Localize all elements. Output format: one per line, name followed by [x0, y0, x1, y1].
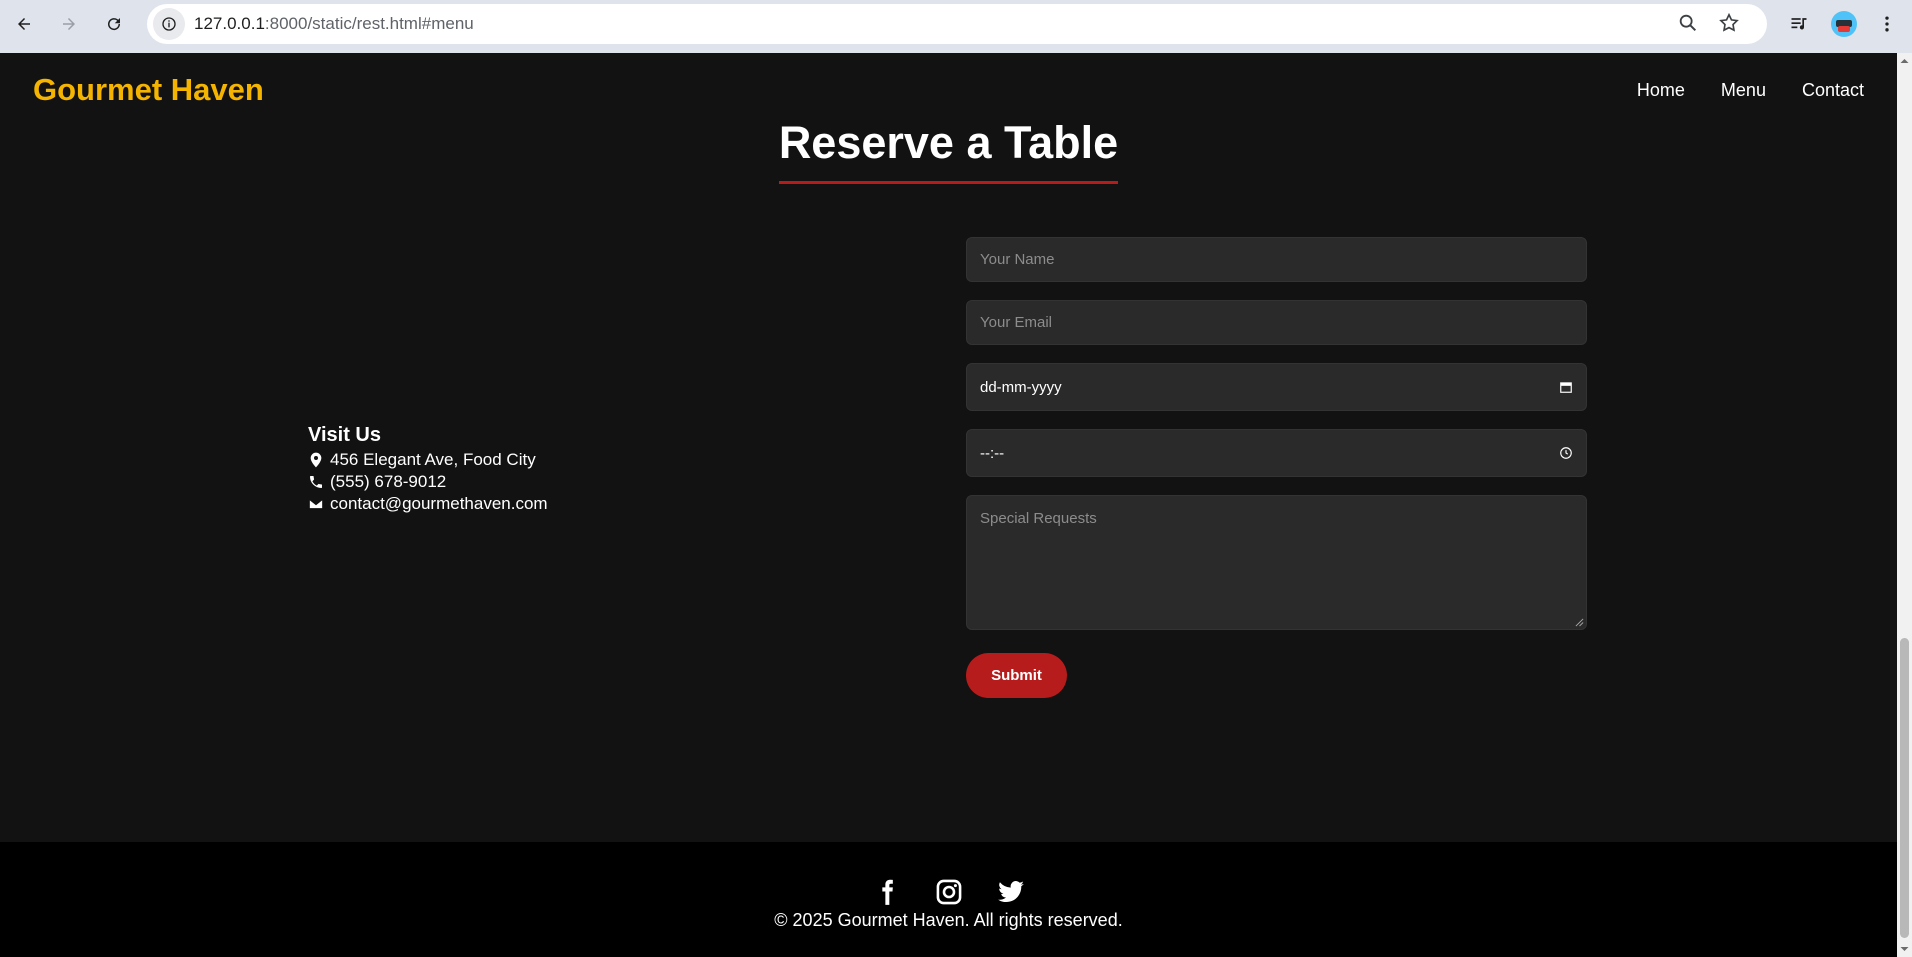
name-input[interactable]: Your Name: [966, 237, 1587, 282]
reservation-section-header: Reserve a Table: [0, 117, 1897, 184]
reload-icon: [108, 18, 121, 31]
back-arrow-icon: [18, 18, 30, 30]
back-button[interactable]: [7, 7, 41, 41]
scroll-thumb[interactable]: [1900, 638, 1909, 938]
nav-menu-link[interactable]: Menu: [1721, 80, 1766, 101]
avatar-icon: [1831, 11, 1857, 37]
site-header: Gourmet Haven Home Menu Contact: [0, 53, 1897, 127]
email-text: contact@gourmethaven.com: [330, 494, 548, 513]
brand-logo[interactable]: Gourmet Haven: [33, 72, 264, 108]
social-links: [0, 878, 1897, 906]
site-footer: © 2025 Gourmet Haven. All rights reserve…: [0, 842, 1897, 957]
date-input[interactable]: dd-mm-yyyy: [966, 363, 1587, 411]
nav-home-link[interactable]: Home: [1637, 80, 1685, 101]
profile-avatar[interactable]: [1827, 7, 1861, 41]
page-viewport: Gourmet Haven Home Menu Contact Reserve …: [0, 53, 1897, 957]
more-vertical-icon: [1885, 16, 1889, 32]
visit-us-block: Visit Us 456 Elegant Ave, Food City (555…: [308, 424, 548, 515]
forward-button[interactable]: [52, 7, 86, 41]
calendar-icon[interactable]: [1559, 380, 1573, 394]
email-input[interactable]: Your Email: [966, 300, 1587, 345]
phone-line: (555) 678-9012: [308, 471, 548, 493]
instagram-icon[interactable]: [935, 878, 963, 906]
reload-button[interactable]: [97, 7, 131, 41]
playlist-icon: [1791, 18, 1807, 30]
url-text: 127.0.0.1:8000/static/rest.html#menu: [194, 14, 474, 34]
resize-handle-icon[interactable]: [1575, 618, 1584, 627]
address-line: 456 Elegant Ave, Food City: [308, 449, 548, 471]
clock-icon[interactable]: [1559, 446, 1573, 460]
bookmark-button[interactable]: [1718, 12, 1740, 39]
address-text: 456 Elegant Ave, Food City: [330, 450, 536, 469]
page-scrollbar[interactable]: [1897, 53, 1912, 957]
site-info-button[interactable]: [153, 8, 185, 40]
forward-arrow-icon: [63, 18, 75, 30]
time-value: --:--: [980, 444, 1005, 462]
url-host: 127.0.0.1: [194, 14, 265, 33]
envelope-icon: [308, 498, 324, 510]
address-bar[interactable]: 127.0.0.1:8000/static/rest.html#menu: [147, 4, 1767, 44]
name-placeholder: Your Name: [980, 251, 1055, 268]
chrome-menu-button[interactable]: [1870, 7, 1904, 41]
visit-us-heading: Visit Us: [308, 424, 381, 446]
star-icon: [1719, 12, 1739, 32]
email-line: contact@gourmethaven.com: [308, 493, 548, 515]
copyright-text: © 2025 Gourmet Haven. All rights reserve…: [774, 910, 1123, 930]
info-icon: [162, 17, 176, 31]
main-nav: Home Menu Contact: [1637, 80, 1864, 101]
phone-text: (555) 678-9012: [330, 472, 447, 491]
scroll-up-arrow-icon[interactable]: [1897, 55, 1912, 67]
map-marker-icon: [310, 452, 322, 468]
time-input[interactable]: --:--: [966, 429, 1587, 477]
media-control-button[interactable]: [1782, 7, 1816, 41]
special-requests-placeholder: Special Requests: [980, 510, 1097, 527]
special-requests-textarea[interactable]: Special Requests: [966, 495, 1587, 630]
zoom-icon: [1679, 14, 1697, 32]
twitter-icon[interactable]: [997, 878, 1025, 906]
scroll-down-arrow-icon[interactable]: [1897, 943, 1912, 955]
facebook-icon[interactable]: [873, 878, 901, 906]
reservation-form: Your Name Your Email dd-mm-yyyy --:-- Sp…: [966, 237, 1587, 698]
date-value: dd-mm-yyyy: [980, 378, 1062, 396]
section-title: Reserve a Table: [778, 117, 1119, 184]
zoom-button[interactable]: [1677, 12, 1699, 39]
submit-button[interactable]: Submit: [966, 653, 1067, 698]
url-path: :8000/static/rest.html#menu: [264, 14, 474, 33]
nav-contact-link[interactable]: Contact: [1802, 80, 1864, 101]
phone-icon: [310, 476, 322, 488]
email-placeholder: Your Email: [980, 314, 1052, 331]
browser-toolbar: 127.0.0.1:8000/static/rest.html#menu: [0, 0, 1912, 53]
